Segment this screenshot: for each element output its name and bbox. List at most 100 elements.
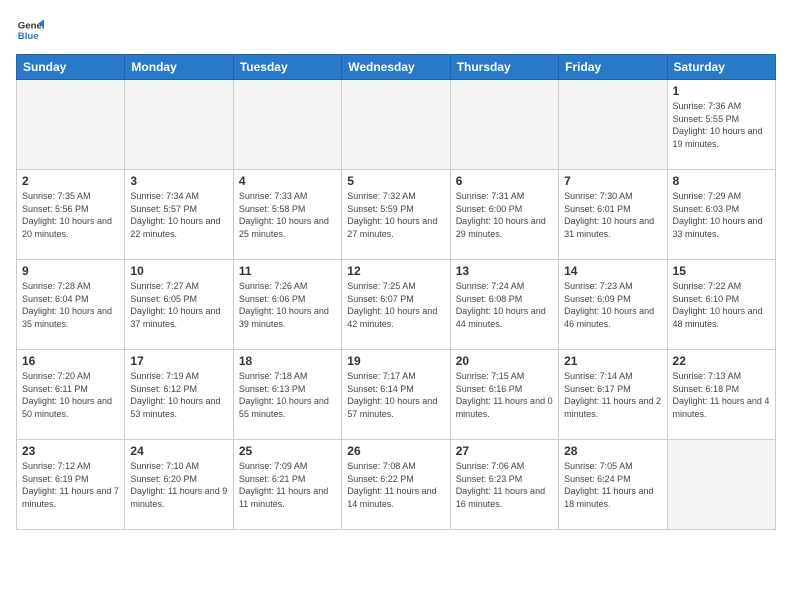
week-row-3: 16Sunrise: 7:20 AM Sunset: 6:11 PM Dayli…: [17, 350, 776, 440]
week-row-2: 9 Sunrise: 7:28 AM Sunset: 6:04 PM Daylig…: [17, 260, 776, 350]
day-number: 12: [347, 264, 444, 278]
page-header: General Blue: [16, 16, 776, 44]
day-cell: 18 Sunrise: 7:18 AM Sunset: 6:13 PM Dayli…: [233, 350, 341, 440]
day-number: 14: [564, 264, 661, 278]
day-info: Sunrise: 7:34 AM Sunset: 5:57 PM Dayligh…: [130, 190, 227, 240]
col-header-saturday: Saturday: [667, 55, 775, 80]
day-number: 9: [22, 264, 119, 278]
day-number: 21: [564, 354, 661, 368]
day-info: Sunrise: 7:14 AM Sunset: 6:17 PM Dayligh…: [564, 370, 661, 420]
day-cell: 9 Sunrise: 7:28 AM Sunset: 6:04 PM Daylig…: [17, 260, 125, 350]
header-row: SundayMondayTuesdayWednesdayThursdayFrid…: [17, 55, 776, 80]
day-number: 17: [130, 354, 227, 368]
calendar-table: SundayMondayTuesdayWednesdayThursdayFrid…: [16, 54, 776, 530]
day-info: Sunrise: 7:09 AM Sunset: 6:21 PM Dayligh…: [239, 460, 336, 510]
day-cell: 11 Sunrise: 7:26 AM Sunset: 6:06 PM Dayli…: [233, 260, 341, 350]
day-info: Sunrise: 7:06 AM Sunset: 6:23 PM Dayligh…: [456, 460, 553, 510]
day-info: Sunrise: 7:36 AM Sunset: 5:55 PM Dayligh…: [673, 100, 770, 150]
day-number: 13: [456, 264, 553, 278]
col-header-thursday: Thursday: [450, 55, 558, 80]
day-cell: [559, 80, 667, 170]
day-number: 6: [456, 174, 553, 188]
day-number: 2: [22, 174, 119, 188]
col-header-sunday: Sunday: [17, 55, 125, 80]
day-cell: 7 Sunrise: 7:30 AM Sunset: 6:01 PM Daylig…: [559, 170, 667, 260]
day-cell: 23 Sunrise: 7:12 AM Sunset: 6:19 PM Dayli…: [17, 440, 125, 530]
day-cell: [667, 440, 775, 530]
day-cell: [233, 80, 341, 170]
day-cell: 4Sunrise: 7:33 AM Sunset: 5:58 PM Daylig…: [233, 170, 341, 260]
day-cell: 21 Sunrise: 7:14 AM Sunset: 6:17 PM Dayli…: [559, 350, 667, 440]
day-info: Sunrise: 7:19 AM Sunset: 6:12 PM Dayligh…: [130, 370, 227, 420]
day-info: Sunrise: 7:24 AM Sunset: 6:08 PM Dayligh…: [456, 280, 553, 330]
day-info: Sunrise: 7:05 AM Sunset: 6:24 PM Dayligh…: [564, 460, 661, 510]
logo: General Blue: [16, 16, 44, 44]
day-info: Sunrise: 7:32 AM Sunset: 5:59 PM Dayligh…: [347, 190, 444, 240]
day-number: 5: [347, 174, 444, 188]
day-number: 26: [347, 444, 444, 458]
day-cell: 15 Sunrise: 7:22 AM Sunset: 6:10 PM Dayli…: [667, 260, 775, 350]
svg-text:General: General: [18, 20, 44, 31]
day-cell: 8 Sunrise: 7:29 AM Sunset: 6:03 PM Daylig…: [667, 170, 775, 260]
day-cell: 16Sunrise: 7:20 AM Sunset: 6:11 PM Dayli…: [17, 350, 125, 440]
day-info: Sunrise: 7:18 AM Sunset: 6:13 PM Dayligh…: [239, 370, 336, 420]
day-cell: 1 Sunrise: 7:36 AM Sunset: 5:55 PM Daylig…: [667, 80, 775, 170]
day-info: Sunrise: 7:25 AM Sunset: 6:07 PM Dayligh…: [347, 280, 444, 330]
day-info: Sunrise: 7:35 AM Sunset: 5:56 PM Dayligh…: [22, 190, 119, 240]
day-cell: 17 Sunrise: 7:19 AM Sunset: 6:12 PM Dayli…: [125, 350, 233, 440]
day-info: Sunrise: 7:22 AM Sunset: 6:10 PM Dayligh…: [673, 280, 770, 330]
day-cell: 28 Sunrise: 7:05 AM Sunset: 6:24 PM Dayli…: [559, 440, 667, 530]
col-header-wednesday: Wednesday: [342, 55, 450, 80]
day-number: 7: [564, 174, 661, 188]
day-cell: 10 Sunrise: 7:27 AM Sunset: 6:05 PM Dayli…: [125, 260, 233, 350]
day-cell: [342, 80, 450, 170]
day-number: 23: [22, 444, 119, 458]
day-info: Sunrise: 7:26 AM Sunset: 6:06 PM Dayligh…: [239, 280, 336, 330]
svg-text:Blue: Blue: [18, 31, 39, 42]
day-cell: 3 Sunrise: 7:34 AM Sunset: 5:57 PM Daylig…: [125, 170, 233, 260]
day-number: 4: [239, 174, 336, 188]
day-cell: 14 Sunrise: 7:23 AM Sunset: 6:09 PM Dayli…: [559, 260, 667, 350]
day-number: 3: [130, 174, 227, 188]
day-cell: 24 Sunrise: 7:10 AM Sunset: 6:20 PM Dayli…: [125, 440, 233, 530]
day-info: Sunrise: 7:17 AM Sunset: 6:14 PM Dayligh…: [347, 370, 444, 420]
week-row-0: 1 Sunrise: 7:36 AM Sunset: 5:55 PM Daylig…: [17, 80, 776, 170]
day-info: Sunrise: 7:23 AM Sunset: 6:09 PM Dayligh…: [564, 280, 661, 330]
day-cell: 19 Sunrise: 7:17 AM Sunset: 6:14 PM Dayli…: [342, 350, 450, 440]
week-row-4: 23 Sunrise: 7:12 AM Sunset: 6:19 PM Dayli…: [17, 440, 776, 530]
day-cell: 6 Sunrise: 7:31 AM Sunset: 6:00 PM Daylig…: [450, 170, 558, 260]
day-number: 10: [130, 264, 227, 278]
day-number: 1: [673, 84, 770, 98]
day-cell: [450, 80, 558, 170]
day-cell: [125, 80, 233, 170]
day-cell: 25Sunrise: 7:09 AM Sunset: 6:21 PM Dayli…: [233, 440, 341, 530]
day-number: 28: [564, 444, 661, 458]
day-cell: 2 Sunrise: 7:35 AM Sunset: 5:56 PM Daylig…: [17, 170, 125, 260]
day-number: 11: [239, 264, 336, 278]
logo-icon: General Blue: [16, 16, 44, 44]
day-cell: 26 Sunrise: 7:08 AM Sunset: 6:22 PM Dayli…: [342, 440, 450, 530]
day-cell: 5 Sunrise: 7:32 AM Sunset: 5:59 PM Daylig…: [342, 170, 450, 260]
day-info: Sunrise: 7:08 AM Sunset: 6:22 PM Dayligh…: [347, 460, 444, 510]
day-cell: 27Sunrise: 7:06 AM Sunset: 6:23 PM Dayli…: [450, 440, 558, 530]
day-number: 15: [673, 264, 770, 278]
day-info: Sunrise: 7:10 AM Sunset: 6:20 PM Dayligh…: [130, 460, 227, 510]
day-number: 22: [673, 354, 770, 368]
day-number: 18: [239, 354, 336, 368]
day-cell: 13 Sunrise: 7:24 AM Sunset: 6:08 PM Dayli…: [450, 260, 558, 350]
day-info: Sunrise: 7:29 AM Sunset: 6:03 PM Dayligh…: [673, 190, 770, 240]
day-number: 8: [673, 174, 770, 188]
day-number: 20: [456, 354, 553, 368]
day-info: Sunrise: 7:28 AM Sunset: 6:04 PM Dayligh…: [22, 280, 119, 330]
day-number: 24: [130, 444, 227, 458]
day-info: Sunrise: 7:13 AM Sunset: 6:18 PM Dayligh…: [673, 370, 770, 420]
day-info: Sunrise: 7:27 AM Sunset: 6:05 PM Dayligh…: [130, 280, 227, 330]
day-info: Sunrise: 7:15 AM Sunset: 6:16 PM Dayligh…: [456, 370, 553, 420]
day-info: Sunrise: 7:30 AM Sunset: 6:01 PM Dayligh…: [564, 190, 661, 240]
day-cell: 20 Sunrise: 7:15 AM Sunset: 6:16 PM Dayli…: [450, 350, 558, 440]
day-number: 19: [347, 354, 444, 368]
day-cell: [17, 80, 125, 170]
week-row-1: 2 Sunrise: 7:35 AM Sunset: 5:56 PM Daylig…: [17, 170, 776, 260]
day-info: Sunrise: 7:31 AM Sunset: 6:00 PM Dayligh…: [456, 190, 553, 240]
day-info: Sunrise: 7:12 AM Sunset: 6:19 PM Dayligh…: [22, 460, 119, 510]
